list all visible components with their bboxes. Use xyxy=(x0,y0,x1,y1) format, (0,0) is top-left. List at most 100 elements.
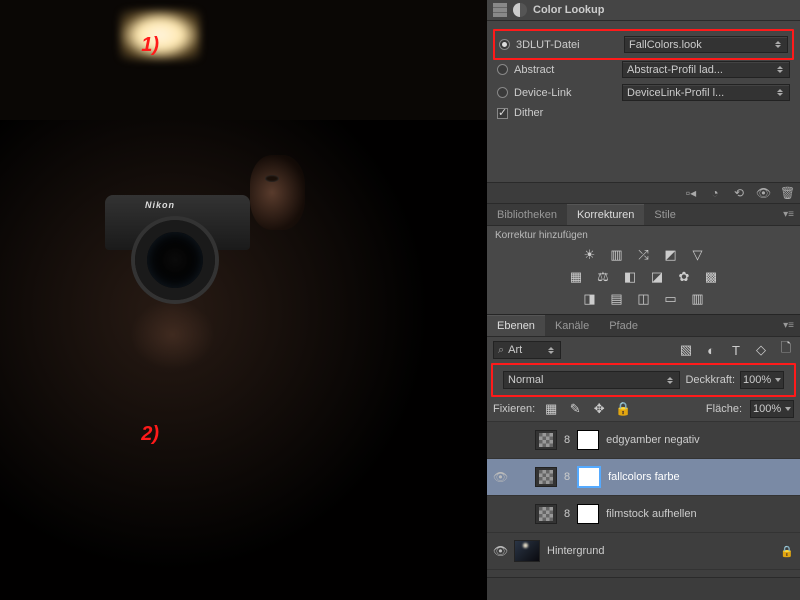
brightness-icon[interactable]: ☀ xyxy=(582,247,598,263)
highlight-box-1: 3DLUT-Datei FallColors.look xyxy=(493,29,794,60)
layer-row[interactable]: 8 filmstock aufhellen xyxy=(487,496,800,533)
channelmix-icon[interactable]: ✿ xyxy=(676,269,692,285)
panel-menu-icon[interactable]: ▾≡ xyxy=(777,318,800,333)
label-abstract: Abstract xyxy=(514,64,616,76)
curves-icon[interactable]: ⤮ xyxy=(636,247,652,263)
layer-row[interactable]: 👁 Hintergrund 🔒 xyxy=(487,533,800,570)
label-devicelink: Device-Link xyxy=(514,87,616,99)
document-canvas[interactable]: Nikon 1) 2) xyxy=(0,0,487,600)
fill-field[interactable]: 100% xyxy=(750,400,794,418)
properties-footer: ▫◂ ◔ ⟲ 👁 🗑 xyxy=(487,182,800,204)
clip-icon[interactable]: ▫◂ xyxy=(684,186,698,200)
radio-3dlut[interactable] xyxy=(499,39,510,50)
gradientmap-icon[interactable]: ▭ xyxy=(663,291,679,307)
filter-shape-icon[interactable]: ◇ xyxy=(753,342,769,358)
opacity-label: Deckkraft: xyxy=(685,374,735,386)
visibility-toggle[interactable] xyxy=(493,433,507,447)
adjustment-thumb xyxy=(535,504,557,524)
layers-tabs: Ebenen Kanäle Pfade ▾≡ xyxy=(487,314,800,337)
lock-pixels-icon[interactable]: ✎ xyxy=(567,401,583,417)
lock-transparent-icon[interactable]: ▦ xyxy=(543,401,559,417)
adjustment-icon xyxy=(513,3,527,17)
selectivecolor-icon[interactable]: ▥ xyxy=(690,291,706,307)
blend-mode-value: Normal xyxy=(508,374,543,386)
filter-pixel-icon[interactable]: ▧ xyxy=(678,342,694,358)
highlight-box-2: Normal Deckkraft: 100% xyxy=(491,363,796,397)
tab-kanale[interactable]: Kanäle xyxy=(545,316,599,336)
lock-all-icon[interactable]: 🔒 xyxy=(615,401,631,417)
layer-thumb xyxy=(514,540,540,562)
tab-bibliotheken[interactable]: Bibliotheken xyxy=(487,205,567,225)
blend-mode-dropdown[interactable]: Normal xyxy=(503,371,680,389)
lock-label: Fixieren: xyxy=(493,403,535,415)
adjustment-thumb xyxy=(535,467,557,487)
annotation-1: 1) xyxy=(141,34,159,57)
tab-pfade[interactable]: Pfade xyxy=(599,316,648,336)
invert-icon[interactable]: ◨ xyxy=(582,291,598,307)
colorlookup-icon[interactable]: ▩ xyxy=(703,269,719,285)
dropdown-abstract[interactable]: Abstract-Profil lad... xyxy=(622,61,790,78)
posterize-icon[interactable]: ▤ xyxy=(609,291,625,307)
mask-thumb[interactable] xyxy=(577,466,601,488)
layer-row[interactable]: 👁 8 fallcolors farbe xyxy=(487,459,800,496)
checkbox-dither[interactable] xyxy=(497,108,508,119)
dropdown-abstract-value: Abstract-Profil lad... xyxy=(627,64,723,76)
layer-filter-dropdown[interactable]: Art xyxy=(493,341,561,359)
chevron-updown-icon xyxy=(665,377,675,384)
properties-title: Color Lookup xyxy=(533,4,605,16)
adjustments-body: Korrektur hinzufügen ☀ ▥ ⤮ ◩ ▽ ▦ ⚖ ◧ ◪ ✿… xyxy=(487,226,800,314)
layer-filter-bar: Art ▧ ◐ T ◇ 🗋 xyxy=(487,337,800,363)
levels-icon[interactable]: ▥ xyxy=(609,247,625,263)
bw-icon[interactable]: ◧ xyxy=(622,269,638,285)
filter-adjust-icon[interactable]: ◐ xyxy=(703,342,719,358)
layer-name[interactable]: fallcolors farbe xyxy=(608,471,680,483)
preview-image: Nikon xyxy=(0,0,487,600)
filter-smart-icon[interactable]: 🗋 xyxy=(778,342,794,358)
tab-korrekturen[interactable]: Korrekturen xyxy=(567,204,644,225)
layer-name[interactable]: Hintergrund xyxy=(547,545,604,557)
add-adjustment-label: Korrektur hinzufügen xyxy=(495,230,792,244)
trash-icon[interactable]: 🗑 xyxy=(780,186,794,200)
tab-ebenen[interactable]: Ebenen xyxy=(487,315,545,336)
chevron-updown-icon xyxy=(773,41,783,48)
threshold-icon[interactable]: ◫ xyxy=(636,291,652,307)
dropdown-devicelink[interactable]: DeviceLink-Profil l... xyxy=(622,84,790,101)
layer-filter-value: Art xyxy=(508,344,522,356)
visibility-icon[interactable]: 👁 xyxy=(756,186,770,200)
panel-menu-icon[interactable]: ▾≡ xyxy=(777,207,800,222)
link-icon: 8 xyxy=(564,471,570,483)
adjustment-thumb xyxy=(535,430,557,450)
chevron-updown-icon xyxy=(546,347,556,354)
dropdown-3dlut-file[interactable]: FallColors.look xyxy=(624,36,788,53)
vibrance-icon[interactable]: ▽ xyxy=(690,247,706,263)
mask-thumb[interactable] xyxy=(577,504,599,524)
lock-icon: 🔒 xyxy=(780,545,794,558)
layer-name[interactable]: filmstock aufhellen xyxy=(606,508,697,520)
chevron-down-icon xyxy=(775,378,781,382)
lock-row: Fixieren: ▦ ✎ ✥ 🔒 Fläche: 100% xyxy=(487,397,800,422)
view-prev-icon[interactable]: ◔ xyxy=(708,186,722,200)
layer-name[interactable]: edgyamber negativ xyxy=(606,434,700,446)
hsl-icon[interactable]: ▦ xyxy=(568,269,584,285)
label-dither: Dither xyxy=(514,107,543,119)
visibility-toggle[interactable] xyxy=(493,507,507,521)
dropdown-3dlut-value: FallColors.look xyxy=(629,39,702,51)
label-3dlut: 3DLUT-Datei xyxy=(516,39,618,51)
photofilter-icon[interactable]: ◪ xyxy=(649,269,665,285)
opacity-field[interactable]: 100% xyxy=(740,371,784,389)
visibility-toggle[interactable]: 👁 xyxy=(493,470,507,484)
filter-type-icon[interactable]: T xyxy=(728,342,744,358)
visibility-toggle[interactable]: 👁 xyxy=(493,544,507,558)
exposure-icon[interactable]: ◩ xyxy=(663,247,679,263)
balance-icon[interactable]: ⚖ xyxy=(595,269,611,285)
dropdown-devicelink-value: DeviceLink-Profil l... xyxy=(627,87,724,99)
radio-devicelink[interactable] xyxy=(497,87,508,98)
chevron-updown-icon xyxy=(775,66,785,73)
mask-thumb[interactable] xyxy=(577,430,599,450)
radio-abstract[interactable] xyxy=(497,64,508,75)
reset-icon[interactable]: ⟲ xyxy=(732,186,746,200)
lock-position-icon[interactable]: ✥ xyxy=(591,401,607,417)
layers-footer xyxy=(487,577,800,600)
layer-row[interactable]: 8 edgyamber negativ xyxy=(487,422,800,459)
tab-stile[interactable]: Stile xyxy=(644,205,685,225)
